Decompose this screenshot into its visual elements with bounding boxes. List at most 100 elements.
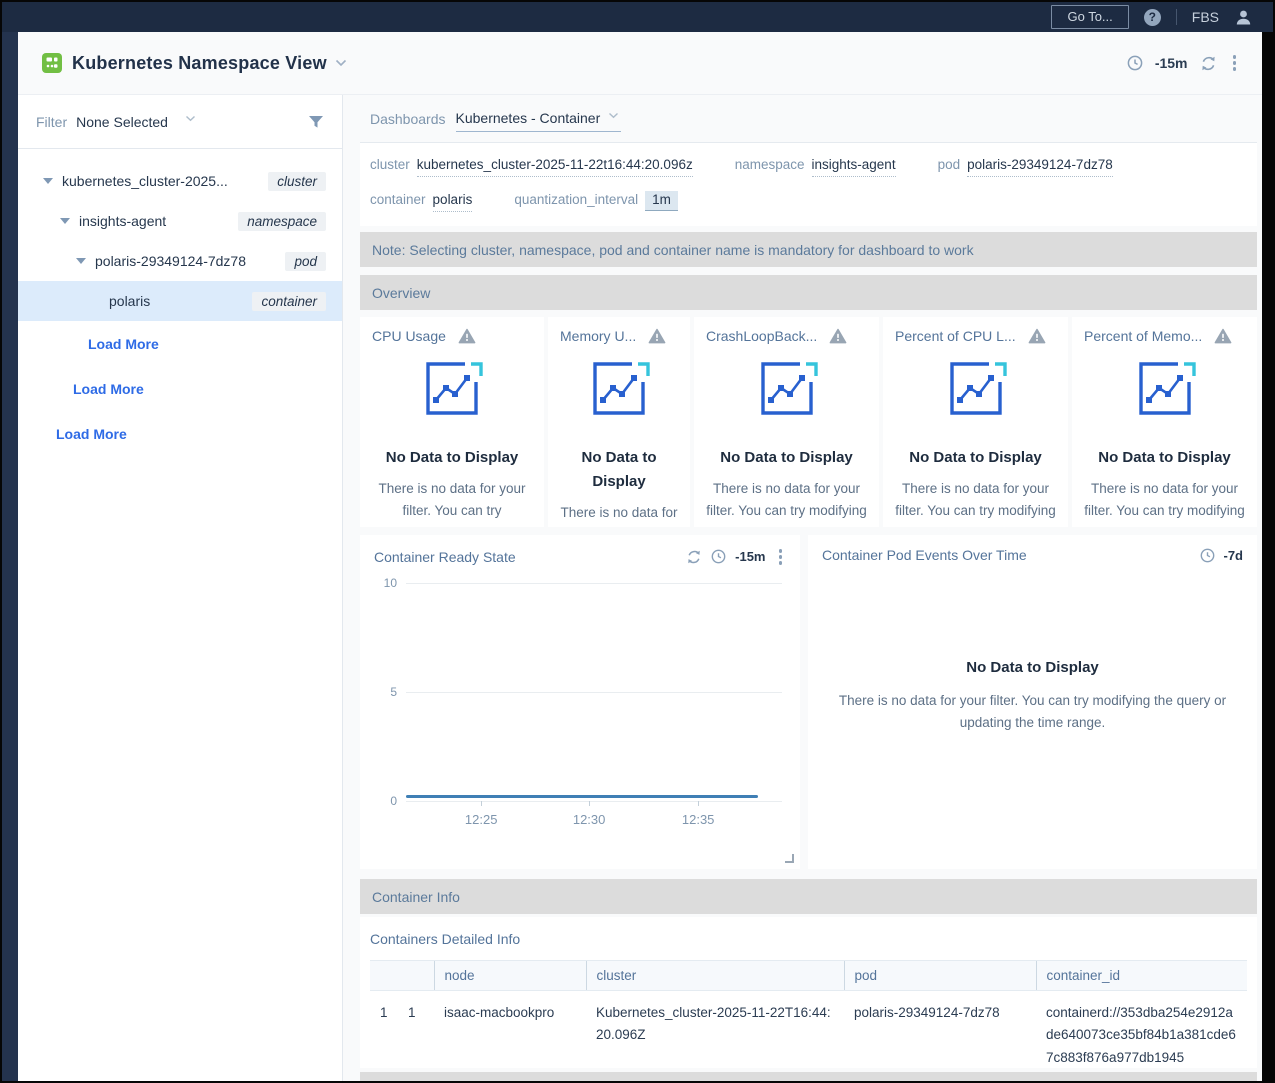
time-range-value[interactable]: -15m bbox=[1155, 55, 1188, 71]
cell-pod: polaris-29349124-7dz78 bbox=[844, 991, 1036, 1069]
tree-item-container-selected[interactable]: polaris container bbox=[18, 281, 342, 321]
col-number bbox=[398, 961, 434, 991]
col-pod: pod bbox=[844, 961, 1036, 991]
dashboard-selector-row: Dashboards Kubernetes - Container bbox=[360, 95, 1257, 143]
entity-tree-sidebar: Filter None Selected bbox=[18, 95, 343, 1081]
expand-arrow-icon[interactable] bbox=[60, 218, 70, 224]
col-container-id: container_id bbox=[1036, 961, 1247, 991]
dashboard-select-value: Kubernetes - Container bbox=[456, 110, 601, 126]
user-icon[interactable] bbox=[1234, 8, 1253, 27]
panel-kebab-icon[interactable] bbox=[775, 547, 787, 567]
more-options-kebab-icon[interactable] bbox=[1229, 53, 1241, 73]
panel-cpu-usage: CPU Usage No Data to Display There is no… bbox=[360, 317, 544, 527]
cell-cluster: Kubernetes_cluster-2025-11-22T16:44:20.0… bbox=[586, 991, 844, 1069]
account-label[interactable]: FBS bbox=[1192, 9, 1219, 25]
warning-icon[interactable] bbox=[1214, 328, 1232, 344]
warning-icon[interactable] bbox=[1028, 328, 1046, 344]
panel-title: CrashLoopBack... bbox=[706, 328, 817, 344]
panel-refresh-icon[interactable] bbox=[686, 549, 702, 565]
tree-item-namespace[interactable]: insights-agent namespace bbox=[18, 201, 342, 241]
no-data-message: There is no data for your filter. You ca… bbox=[1084, 478, 1245, 527]
param-value[interactable]: polaris bbox=[433, 192, 473, 212]
param-value[interactable]: kubernetes_cluster-2025-11-22t16:44:20.0… bbox=[417, 157, 693, 177]
entity-type-badge: namespace bbox=[238, 212, 326, 231]
no-data-message: There is no data for your filter. You ca… bbox=[560, 502, 678, 527]
dashboard-main-area: Dashboards Kubernetes - Container cluste… bbox=[343, 95, 1262, 1081]
x-axis-tick-mark bbox=[589, 801, 590, 806]
panel-title: CPU Usage bbox=[372, 328, 446, 344]
dashboard-header: Kubernetes Namespace View -15m bbox=[18, 32, 1262, 95]
load-more-link-namespace-level[interactable]: Load More bbox=[18, 366, 342, 411]
col-cluster: cluster bbox=[586, 961, 844, 991]
param-label: container bbox=[370, 192, 426, 207]
param-cluster: cluster kubernetes_cluster-2025-11-22t16… bbox=[370, 157, 693, 177]
panel-time-range[interactable]: -7d bbox=[1224, 548, 1244, 563]
go-to-button[interactable]: Go To... bbox=[1051, 5, 1128, 29]
panel-percent-memory-limit: Percent of Memo... No Data to Display Th… bbox=[1072, 317, 1257, 527]
param-value[interactable]: 1m bbox=[645, 191, 678, 211]
dashboards-label: Dashboards bbox=[370, 111, 446, 127]
param-quantization-interval: quantization_interval 1m bbox=[514, 191, 678, 211]
topbar-divider bbox=[1176, 9, 1177, 25]
tree-item-cluster[interactable]: kubernetes_cluster-2025... cluster bbox=[18, 161, 342, 201]
no-data-title: No Data to Display bbox=[895, 446, 1056, 470]
y-axis-tick: 0 bbox=[390, 794, 397, 808]
dashboard-parameters: cluster kubernetes_cluster-2025-11-22t16… bbox=[360, 143, 1257, 226]
panel-containers-detailed-info: Containers Detailed Info node cluster bbox=[360, 917, 1257, 1068]
no-data-title: No Data to Display bbox=[822, 659, 1243, 676]
y-axis-tick: 5 bbox=[390, 685, 397, 699]
right-viewport-edge bbox=[1262, 32, 1273, 1081]
panel-crashloopbackoff: CrashLoopBack... No Data to Display Ther… bbox=[694, 317, 879, 527]
x-axis-tick: 12:25 bbox=[465, 812, 498, 827]
screenshot-frame: Go To... ? FBS Kubernetes Namespace View bbox=[0, 0, 1275, 1083]
y-axis-tick: 10 bbox=[384, 576, 397, 590]
no-data-message: There is no data for your filter. You ca… bbox=[822, 690, 1243, 735]
panel-clock-icon[interactable] bbox=[711, 549, 726, 564]
no-data-title: No Data to Display bbox=[706, 446, 867, 470]
section-header-container-info: Container Info bbox=[360, 879, 1257, 914]
help-icon[interactable]: ? bbox=[1144, 9, 1161, 26]
no-data-message: There is no data for your filter. You ca… bbox=[372, 478, 532, 527]
panel-resize-handle[interactable] bbox=[785, 854, 794, 863]
param-label: quantization_interval bbox=[514, 192, 638, 207]
no-data-chart-icon bbox=[754, 359, 820, 419]
warning-icon[interactable] bbox=[829, 328, 847, 344]
panel-memory-usage: Memory U... No Data to Display There is … bbox=[548, 317, 690, 527]
panel-clock-icon[interactable] bbox=[1200, 548, 1215, 563]
expand-arrow-icon[interactable] bbox=[76, 258, 86, 264]
no-data-message: There is no data for your filter. You ca… bbox=[706, 478, 867, 527]
param-value[interactable]: insights-agent bbox=[812, 157, 896, 177]
warning-icon[interactable] bbox=[458, 328, 476, 344]
no-data-chart-icon bbox=[943, 359, 1009, 419]
page-title: Kubernetes Namespace View bbox=[72, 53, 327, 74]
time-range-clock-icon[interactable] bbox=[1127, 55, 1143, 71]
containers-table: node cluster pod container_id 1 bbox=[370, 960, 1247, 1068]
tree-item-label: insights-agent bbox=[79, 213, 166, 229]
x-axis-tick-mark bbox=[481, 801, 482, 806]
cell-container-id: containerd://353dba254e2912ade640073ce35… bbox=[1036, 991, 1247, 1069]
sidebar-filter-row: Filter None Selected bbox=[18, 95, 342, 149]
funnel-filter-icon[interactable] bbox=[308, 115, 324, 129]
cell-node: isaac-macbookpro bbox=[434, 991, 586, 1069]
filter-value-dropdown[interactable]: None Selected bbox=[76, 114, 168, 130]
panel-title: Percent of CPU L... bbox=[895, 328, 1016, 344]
dashboard-select[interactable]: Kubernetes - Container bbox=[456, 110, 622, 132]
top-navigation-bar: Go To... ? FBS bbox=[2, 2, 1273, 32]
load-more-link-cluster-level[interactable]: Load More bbox=[18, 411, 342, 456]
left-app-rail bbox=[2, 32, 18, 1081]
warning-icon[interactable] bbox=[648, 328, 666, 344]
expand-arrow-icon[interactable] bbox=[43, 178, 53, 184]
param-value[interactable]: polaris-29349124-7dz78 bbox=[967, 157, 1113, 177]
tree-item-label: polaris-29349124-7dz78 bbox=[95, 253, 246, 269]
filter-chevron-down-icon[interactable] bbox=[185, 115, 196, 122]
refresh-icon[interactable] bbox=[1200, 55, 1217, 72]
tree-item-pod[interactable]: polaris-29349124-7dz78 pod bbox=[18, 241, 342, 281]
load-more-link-pod-level[interactable]: Load More bbox=[18, 321, 342, 366]
table-row: 1 1 isaac-macbookpro Kubernetes_cluster-… bbox=[370, 991, 1247, 1069]
param-label: pod bbox=[938, 157, 961, 172]
title-chevron-down-icon[interactable] bbox=[335, 59, 347, 67]
cell-row-index: 1 bbox=[370, 991, 398, 1069]
panel-time-range[interactable]: -15m bbox=[735, 549, 765, 564]
panel-title: Container Pod Events Over Time bbox=[822, 547, 1027, 563]
tree-item-label: polaris bbox=[109, 293, 150, 309]
